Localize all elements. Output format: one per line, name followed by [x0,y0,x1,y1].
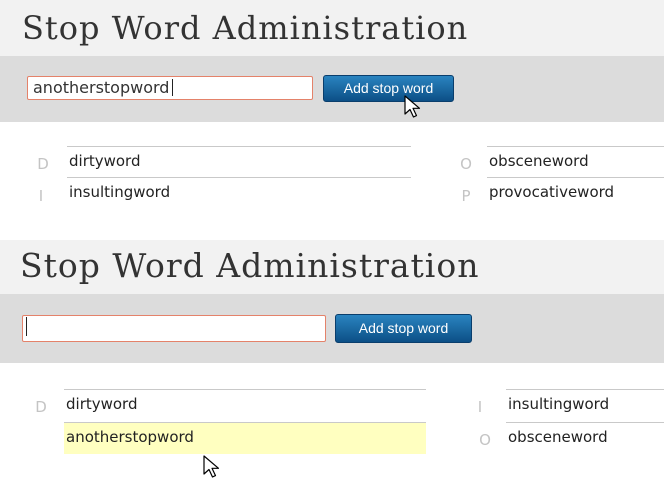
group-letter: D [35,398,47,416]
page-title: Stop Word Administration [22,9,469,47]
stop-word-admin-panel-before: Stop Word Administration anotherstopword… [0,0,664,232]
stop-word-input-value: anotherstopword [33,78,170,97]
text-caret [26,316,27,336]
page-header: Stop Word Administration [0,240,664,294]
group-letter: D [37,155,49,173]
list-item[interactable]: insultingword [506,389,664,421]
stop-word-admin-panel-after: Stop Word Administration Add stop word D… [0,240,664,479]
page-title: Stop Word Administration [20,246,480,285]
stop-word-input[interactable] [22,315,326,342]
add-stop-word-button[interactable]: Add stop word [323,75,454,102]
add-stop-word-button[interactable]: Add stop word [335,314,472,343]
list-item[interactable]: insultingword [67,177,411,209]
group-letter: I [38,187,44,205]
mouse-pointer-icon [404,95,421,118]
list-item-new[interactable]: anotherstopword [64,422,426,454]
group-letter: P [461,187,471,205]
list-item[interactable]: provocativeword [487,177,664,209]
list-item[interactable]: obsceneword [487,146,664,178]
page-header: Stop Word Administration [0,0,664,56]
list-item[interactable]: dirtyword [64,389,426,421]
list-item[interactable]: dirtyword [67,146,411,178]
group-letter: O [460,155,472,173]
text-caret [172,78,174,96]
stop-word-input[interactable]: anotherstopword [27,76,313,100]
group-letter: I [477,398,483,416]
mouse-pointer-icon [203,455,220,478]
add-stop-word-bar: anotherstopword Add stop word [0,56,664,122]
group-letter: O [479,431,491,449]
list-item[interactable]: obsceneword [506,422,664,454]
add-stop-word-bar: Add stop word [0,294,664,363]
